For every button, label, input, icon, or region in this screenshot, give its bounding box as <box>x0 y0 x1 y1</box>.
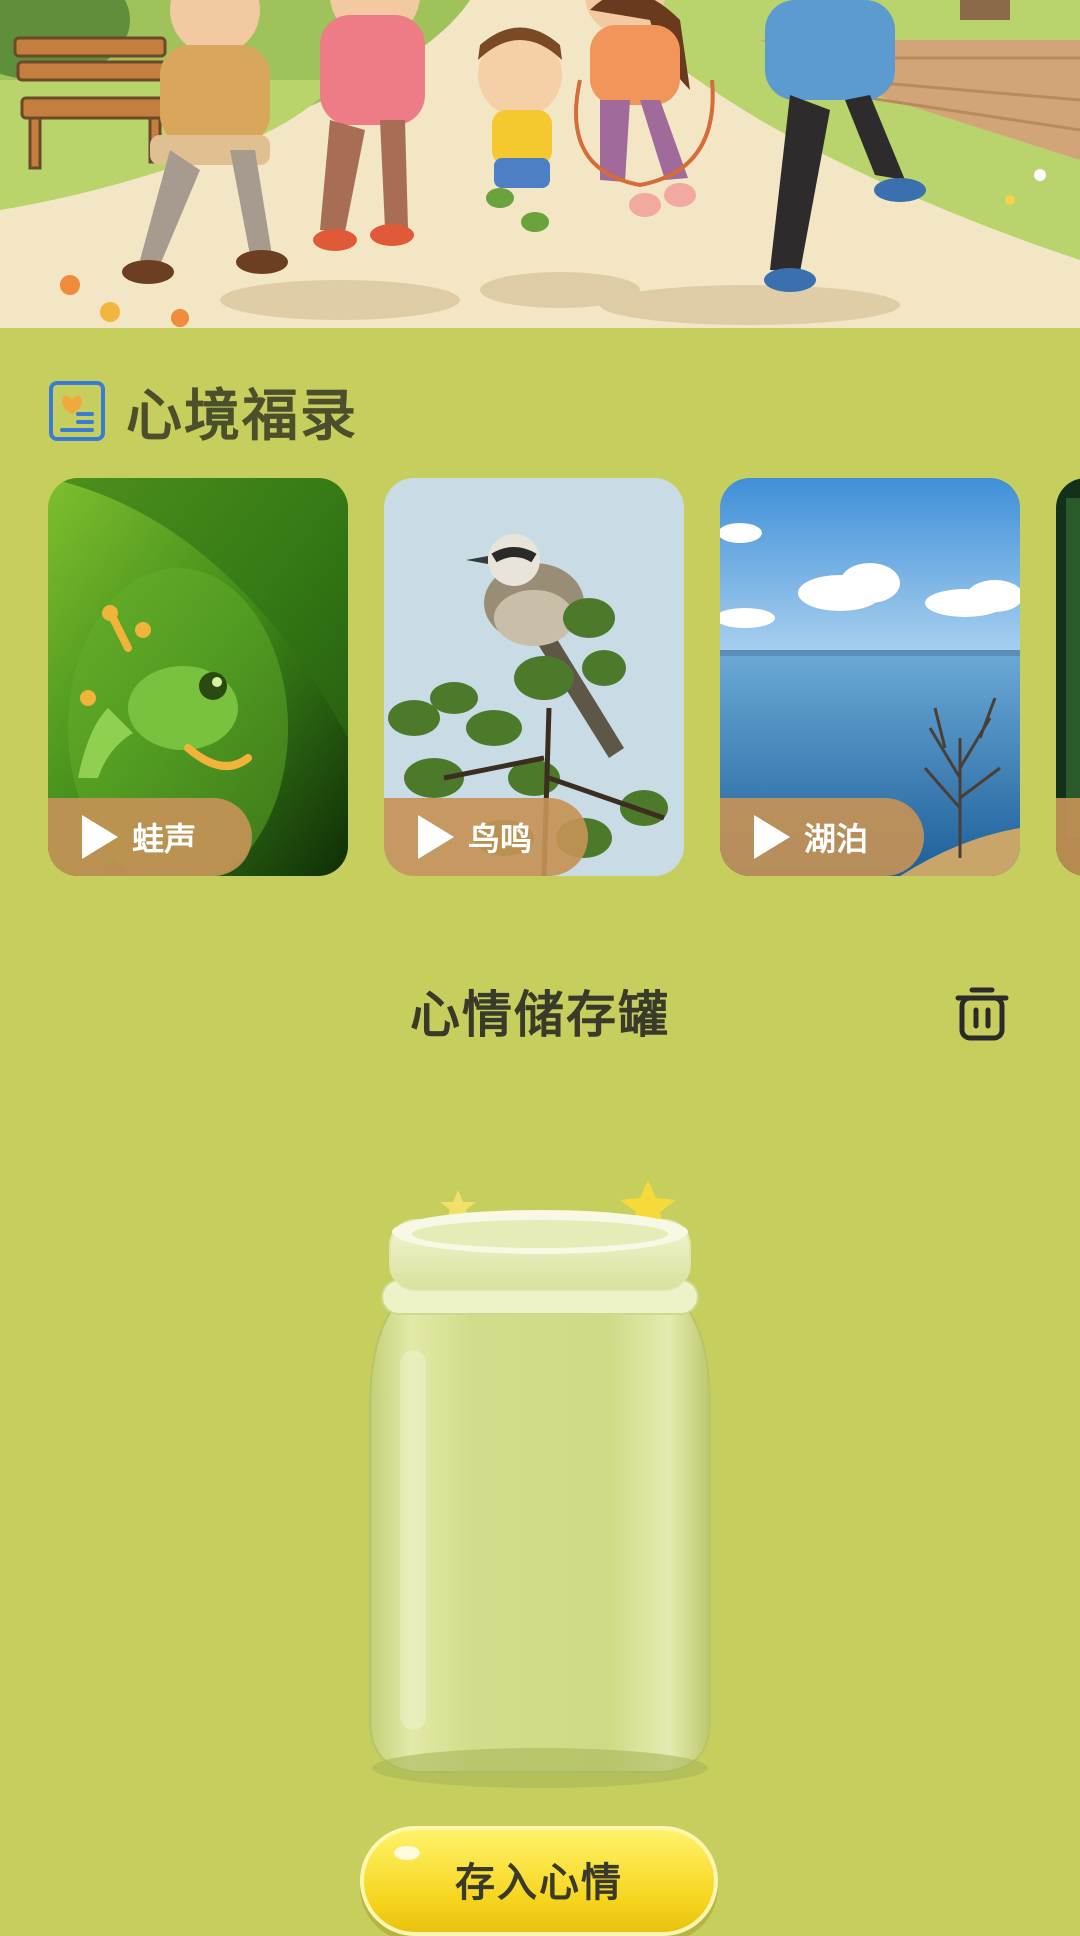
play-button-more[interactable] <box>1056 798 1080 876</box>
sound-card-frog[interactable]: 蛙声 <box>48 478 348 876</box>
sound-label: 蛙声 <box>132 820 197 858</box>
button-gloss <box>394 1846 420 1860</box>
note-book-icon <box>49 381 105 441</box>
play-button-frog[interactable]: 蛙声 <box>48 798 252 876</box>
play-icon <box>754 815 790 859</box>
save-mood-label: 存入心情 <box>455 1860 623 1906</box>
section-title: 心境福录 <box>126 383 358 449</box>
section-header: 心境福录 <box>48 376 358 449</box>
sound-label: 鸟鸣 <box>468 820 533 858</box>
play-button-bird[interactable]: 鸟鸣 <box>384 798 588 876</box>
trash-icon[interactable] <box>950 980 1014 1044</box>
sound-card-list[interactable]: 蛙声 鸟鸣 湖泊 <box>48 478 1080 878</box>
sound-card-more[interactable] <box>1056 478 1080 876</box>
hero-illustration <box>0 0 1080 328</box>
glass-jar <box>369 1180 711 1788</box>
jar-title: 心情储存罐 <box>410 986 670 1044</box>
play-button-lake[interactable]: 湖泊 <box>720 798 924 876</box>
play-icon <box>82 815 118 859</box>
sound-label: 湖泊 <box>804 820 869 858</box>
sound-card-lake[interactable]: 湖泊 <box>720 478 1020 876</box>
play-icon <box>418 815 454 859</box>
sound-card-bird[interactable]: 鸟鸣 <box>384 478 684 876</box>
